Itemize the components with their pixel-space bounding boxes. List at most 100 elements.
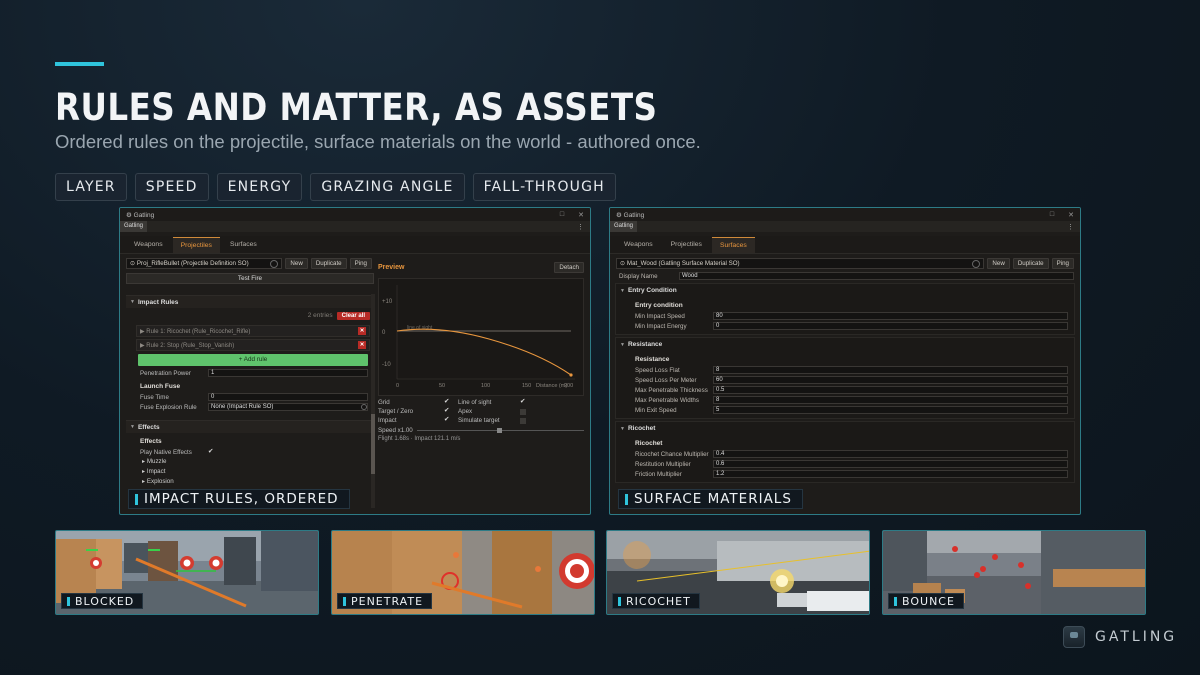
app-icon: ⚙ [616, 211, 622, 219]
option-line-of-sight-checkbox[interactable] [520, 397, 527, 406]
tab-projectiles[interactable]: Projectiles [663, 237, 710, 253]
speed-slider-knob[interactable] [497, 428, 503, 433]
field-label: Speed Loss Flat [635, 366, 680, 374]
foldout-explosion[interactable]: ▸ Explosion [126, 477, 374, 487]
thumbnail-penetrate: PENETRATE [331, 530, 595, 615]
thumbnail-blocked: BLOCKED [55, 530, 319, 615]
launch-fuse-header: Launch Fuse [140, 383, 181, 390]
field-label: Ricochet Chance Multiplier [635, 450, 709, 458]
trajectory-preview: Preview Detach +10 0 -10 line of sight 0… [378, 260, 584, 505]
rule-row-1[interactable]: ▶ Rule 1: Ricochet (Rule_Ricochet_Rifle)… [136, 325, 370, 337]
entry-condition-header[interactable]: ▼ Entry Condition [616, 284, 1074, 297]
close-icon[interactable]: ✕ [578, 211, 584, 219]
projectile-inspector: ▼ Impact Rules 2 entries Clear all ▶ Rule… [126, 295, 374, 508]
penetration-power-field[interactable]: 1 [208, 369, 368, 377]
field-label: Min Exit Speed [635, 406, 677, 414]
test-fire-button[interactable]: Test Fire [126, 273, 374, 284]
fuse-explosion-rule-field[interactable]: None (Impact Rule SO) [208, 403, 368, 411]
asset-object-field[interactable]: ⊙ Mat_Wood (Gatling Surface Material SO) [616, 258, 985, 269]
ping-button[interactable]: Ping [1051, 258, 1074, 269]
play-native-effects-checkbox[interactable] [208, 447, 215, 456]
option-simulate-target-label: Simulate target [458, 417, 500, 424]
panel-caption: IMPACT RULES, ORDERED [128, 489, 350, 509]
object-picker-icon[interactable] [270, 259, 279, 268]
detach-button[interactable]: Detach [554, 261, 584, 273]
speed-loss-flat-field[interactable]: 8 [713, 366, 1068, 374]
rule-row-2[interactable]: ▶ Rule 2: Stop (Rule_Stop_Vanish) ✕ [136, 339, 370, 351]
tab-projectiles[interactable]: Projectiles [172, 237, 220, 253]
y-tick-label: +10 [382, 299, 393, 305]
tab-weapons[interactable]: Weapons [616, 237, 661, 253]
resistance-subheader: Resistance [635, 356, 670, 363]
ricochet-chance-multiplier-field[interactable]: 0.4 [713, 450, 1068, 458]
close-icon[interactable]: ✕ [1068, 211, 1074, 219]
option-line-of-sight-label: Line of sight [458, 399, 492, 406]
min-impact-speed-field[interactable]: 80 [713, 312, 1068, 320]
tag-energy: ENERGY [216, 173, 303, 201]
window-title: Gatling [133, 211, 155, 219]
accent-line [55, 62, 104, 66]
more-options-icon[interactable]: ⋮ [1067, 223, 1074, 231]
restitution-multiplier-field[interactable]: 0.6 [713, 460, 1068, 468]
field-label: Restitution Multiplier [635, 460, 691, 468]
option-impact-checkbox[interactable] [444, 415, 451, 424]
foldout-muzzle[interactable]: ▸ Muzzle [126, 457, 374, 467]
caret-down-icon: ▼ [620, 425, 625, 432]
ping-button[interactable]: Ping [349, 258, 372, 269]
resistance-section: ▼ Resistance Resistance Speed Loss Flat 8 … [615, 337, 1075, 419]
tab-weapons[interactable]: Weapons [126, 237, 171, 253]
add-rule-button[interactable]: + Add rule [138, 354, 368, 366]
asset-name: Mat_Wood (Gatling Surface Material SO) [626, 260, 740, 267]
max-penetrable-widths-field[interactable]: 8 [713, 396, 1068, 404]
remove-rule-icon[interactable]: ✕ [358, 341, 366, 349]
panel-caption: SURFACE MATERIALS [618, 489, 803, 509]
resistance-header[interactable]: ▼ Resistance [616, 338, 1074, 351]
new-button[interactable]: New [285, 258, 308, 269]
friction-multiplier-field[interactable]: 1.2 [713, 470, 1068, 478]
object-picker-icon[interactable] [972, 259, 981, 268]
duplicate-button[interactable]: Duplicate [1012, 258, 1049, 269]
display-name-label: Display Name [619, 272, 658, 280]
remove-rule-icon[interactable]: ✕ [358, 327, 366, 335]
impact-rules-header[interactable]: ▼ Impact Rules [126, 295, 374, 308]
dock-tab[interactable]: Gatling [610, 221, 638, 232]
fuse-time-field[interactable]: 0 [208, 393, 368, 401]
thumbnail-caption: BOUNCE [888, 593, 964, 609]
more-options-icon[interactable]: ⋮ [577, 223, 584, 231]
option-apex-checkbox[interactable] [520, 408, 526, 415]
option-grid-checkbox[interactable] [444, 397, 451, 406]
surfaces-editor-window: ⚙ Gatling □ ✕ Gatling ⋮ Weapons Projectil… [609, 207, 1081, 515]
tab-surfaces[interactable]: Surfaces [711, 237, 755, 253]
tag-fall-through: FALL-THROUGH [472, 173, 616, 201]
duplicate-button[interactable]: Duplicate [310, 258, 347, 269]
scrollbar-thumb[interactable] [371, 414, 375, 474]
speed-loss-per-meter-field[interactable]: 60 [713, 376, 1068, 384]
thumbnail-caption: PENETRATE [337, 593, 433, 609]
x-tick-label: 100 [481, 383, 490, 389]
min-impact-energy-field[interactable]: 0 [713, 322, 1068, 330]
new-button[interactable]: New [987, 258, 1010, 269]
asset-object-field[interactable]: ⊙ Proj_RifleBullet (Projectile Definitio… [126, 258, 283, 269]
fuse-time-label: Fuse Time [140, 393, 169, 401]
tag-list: LAYER SPEED ENERGY GRAZING ANGLE FALL-TH… [55, 173, 616, 201]
max-penetrable-thickness-field[interactable]: 0.5 [713, 386, 1068, 394]
speed-slider[interactable] [416, 428, 584, 433]
option-simulate-target-checkbox[interactable] [520, 417, 526, 424]
ricochet-header[interactable]: ▼ Ricochet [616, 422, 1074, 435]
caret-down-icon: ▼ [130, 299, 135, 305]
dock-tab[interactable]: Gatling [120, 221, 148, 232]
display-name-field[interactable]: Wood [679, 272, 1074, 280]
maximize-icon[interactable]: □ [560, 211, 564, 219]
effects-section-header[interactable]: ▼ Effects [126, 420, 374, 433]
clear-all-button[interactable]: Clear all [336, 311, 370, 320]
caret-right-icon: ▸ [142, 478, 146, 485]
inspector-scrollbar[interactable] [371, 294, 375, 508]
option-target-zero-checkbox[interactable] [444, 406, 451, 415]
min-exit-speed-field[interactable]: 5 [713, 406, 1068, 414]
tab-surfaces[interactable]: Surfaces [222, 237, 265, 253]
foldout-impact[interactable]: ▸ Impact [126, 467, 374, 477]
maximize-icon[interactable]: □ [1050, 211, 1054, 219]
window-titlebar: ⚙ Gatling □ ✕ [120, 208, 590, 221]
object-picker-icon[interactable] [361, 404, 367, 410]
entries-count: 2 entries [307, 312, 333, 319]
